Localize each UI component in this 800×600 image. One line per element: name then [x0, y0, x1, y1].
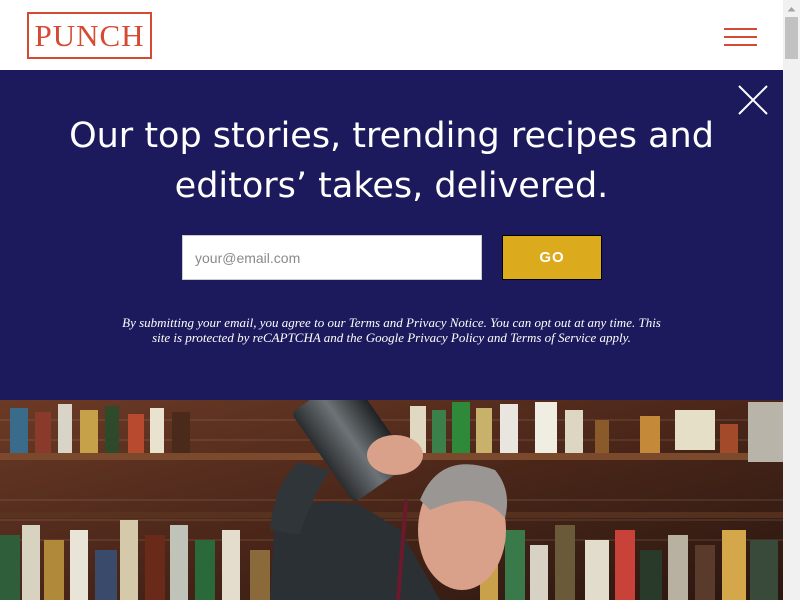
hero-image [0, 400, 783, 600]
close-icon[interactable] [737, 84, 769, 116]
go-button[interactable]: GO [502, 235, 602, 280]
newsletter-disclaimer: By submitting your email, you agree to o… [122, 315, 661, 345]
page-scrollbar[interactable] [783, 0, 800, 600]
email-field[interactable] [182, 235, 482, 280]
scroll-up-arrow-icon[interactable] [783, 0, 800, 17]
hamburger-menu-icon[interactable] [724, 26, 757, 48]
site-header: PUNCH [0, 0, 783, 70]
logo-text: PUNCH [34, 18, 145, 53]
punch-logo[interactable]: PUNCH [27, 12, 152, 59]
bartender-photo [0, 400, 783, 600]
scrollbar-thumb[interactable] [785, 17, 798, 59]
newsletter-headline: Our top stories, trending recipes and ed… [69, 116, 714, 206]
